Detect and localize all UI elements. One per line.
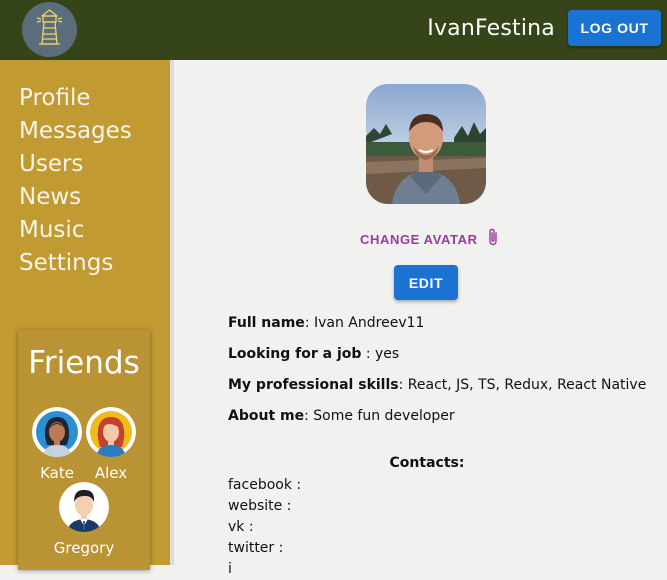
paperclip-icon bbox=[487, 228, 499, 251]
lighthouse-icon[interactable] bbox=[22, 2, 77, 57]
sidebar-item-settings[interactable]: Settings bbox=[19, 247, 132, 280]
skills-value: React, JS, TS, Redux, React Native bbox=[407, 377, 647, 393]
contact-vk: vk : bbox=[228, 519, 254, 535]
change-avatar-button[interactable]: CHANGE AVATAR bbox=[360, 228, 499, 251]
contacts-list: facebook : website : vk : twitter : i bbox=[228, 475, 301, 580]
sidebar-item-news[interactable]: News bbox=[19, 181, 132, 214]
friend-name: Alex bbox=[94, 464, 128, 482]
full-name-row: Full name: Ivan Andreev11 bbox=[228, 315, 425, 331]
change-avatar-label: CHANGE AVATAR bbox=[360, 231, 478, 247]
contact-website: website : bbox=[228, 498, 292, 514]
logout-button[interactable]: LOG OUT bbox=[568, 10, 661, 46]
about-value: Some fun developer bbox=[313, 408, 455, 424]
friend-name: Gregory bbox=[53, 539, 115, 557]
friend-alex[interactable]: Alex bbox=[86, 407, 136, 482]
friends-title: Friends bbox=[28, 345, 140, 381]
friend-gregory[interactable]: Gregory bbox=[34, 482, 134, 557]
sidebar: Profile Messages Users News Music Settin… bbox=[0, 60, 170, 570]
looking-for-job-value: yes bbox=[375, 346, 400, 362]
female-avatar-icon bbox=[32, 407, 82, 457]
profile-avatar bbox=[366, 84, 486, 204]
about-label: About me bbox=[228, 408, 305, 424]
sidebar-item-profile[interactable]: Profile bbox=[19, 82, 132, 115]
full-name-label: Full name bbox=[228, 315, 305, 331]
male-avatar-icon bbox=[59, 482, 109, 532]
username: IvanFestina bbox=[427, 16, 555, 41]
sidebar-nav: Profile Messages Users News Music Settin… bbox=[19, 82, 132, 280]
contact-partial: i bbox=[228, 561, 232, 577]
contacts-title: Contacts: bbox=[389, 455, 465, 471]
skills-label: My professional skills bbox=[228, 377, 399, 393]
friend-kate[interactable]: Kate bbox=[32, 407, 82, 482]
about-row: About me: Some fun developer bbox=[228, 408, 455, 424]
edit-profile-button[interactable]: EDIT bbox=[394, 265, 458, 300]
friends-panel: Friends Kate Alex Gregory bbox=[18, 330, 150, 570]
contact-twitter: twitter : bbox=[228, 540, 284, 556]
sidebar-item-messages[interactable]: Messages bbox=[19, 115, 132, 148]
looking-for-job-row: Looking for a job : yes bbox=[228, 346, 400, 362]
sidebar-item-users[interactable]: Users bbox=[19, 148, 132, 181]
skills-row: My professional skills: React, JS, TS, R… bbox=[228, 377, 647, 393]
looking-for-job-label: Looking for a job bbox=[228, 346, 362, 362]
full-name-value: Ivan Andreev11 bbox=[313, 315, 425, 331]
app-header: IvanFestina LOG OUT bbox=[0, 0, 667, 60]
sidebar-item-music[interactable]: Music bbox=[19, 214, 132, 247]
contact-facebook: facebook : bbox=[228, 477, 302, 493]
friend-name: Kate bbox=[40, 464, 74, 482]
profile-info: Full name: Ivan Andreev11 Looking for a … bbox=[228, 312, 658, 436]
female-avatar-icon bbox=[86, 407, 136, 457]
profile-main: CHANGE AVATAR EDIT Full name: Ivan Andre… bbox=[174, 60, 667, 577]
